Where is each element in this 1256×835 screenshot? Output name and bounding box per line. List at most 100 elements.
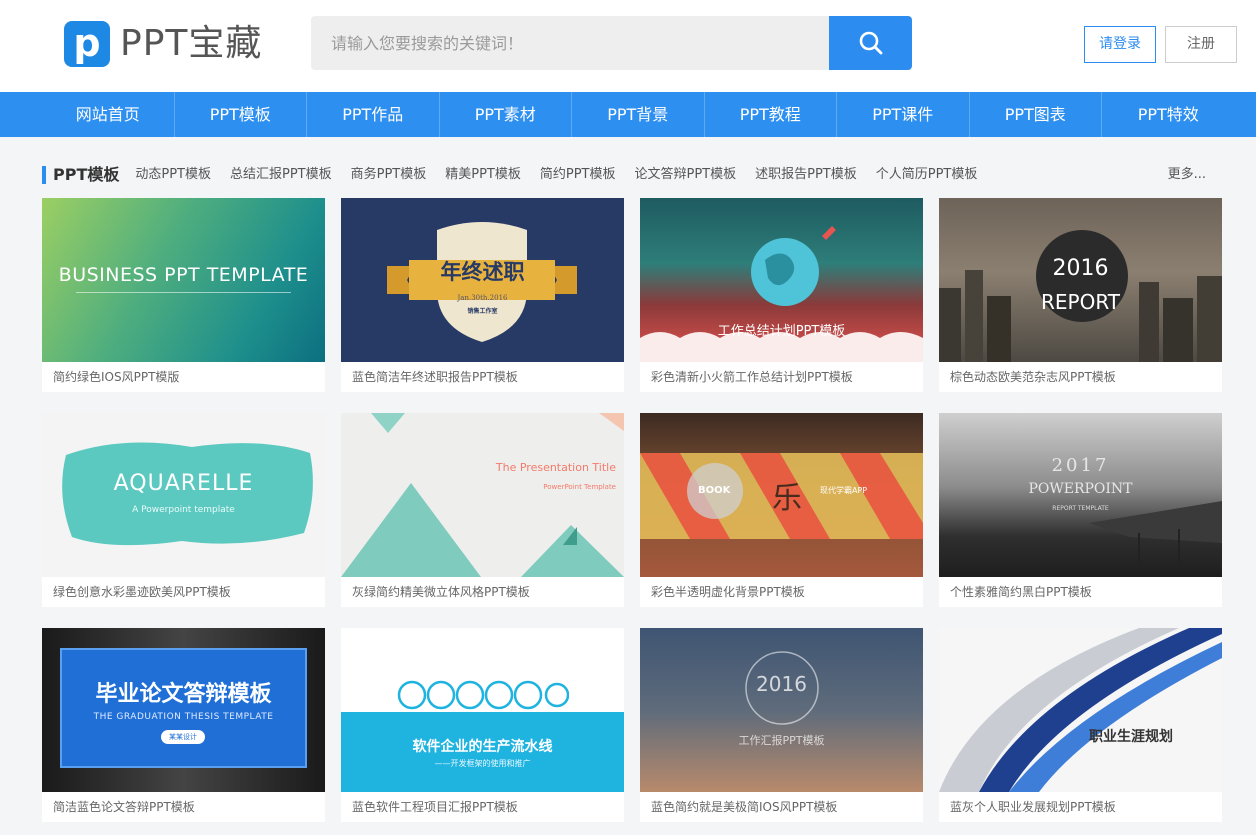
- template-card[interactable]: 软件企业的生产流水线 ——开发框架的使用和推广 蓝色软件工程项目汇报PPT模板: [341, 628, 624, 822]
- search-input[interactable]: [311, 16, 829, 70]
- template-thumbnail[interactable]: The Presentation Title PowerPoint Templa…: [341, 413, 624, 577]
- nav-item-ppt-materials[interactable]: PPT素材: [440, 92, 572, 137]
- triangles-graphic: [341, 413, 624, 577]
- thumbnail-title: 工作汇报PPT模板: [738, 734, 825, 747]
- nav-item-ppt-effects[interactable]: PPT特效: [1102, 92, 1235, 137]
- category-link[interactable]: 总结汇报PPT模板: [230, 163, 332, 187]
- template-card[interactable]: 2016 工作汇报PPT模板 蓝色简约就是美极简IOS风PPT模板: [640, 628, 923, 822]
- thumbnail-subtitle: A Powerpoint template: [132, 505, 235, 515]
- thumbnail-badge: BOOK: [698, 485, 731, 496]
- category-title: PPT模板: [53, 165, 120, 184]
- category-bar: PPT模板 动态PPT模板 总结汇报PPT模板 商务PPT模板 精美PPT模板 …: [42, 163, 1212, 187]
- category-link[interactable]: 动态PPT模板: [135, 163, 211, 187]
- site-header: p PPT宝藏 请登录 注册: [0, 0, 1256, 92]
- template-thumbnail[interactable]: 工作总结计划PPT模板: [640, 198, 923, 362]
- feature-icons: [397, 680, 569, 710]
- thumbnail-title: POWERPOINT: [1028, 481, 1133, 497]
- category-link[interactable]: 论文答辩PPT模板: [635, 163, 737, 187]
- site-logo[interactable]: p PPT宝藏: [64, 20, 262, 68]
- template-card[interactable]: 职业生涯规划 蓝灰个人职业发展规划PPT模板: [939, 628, 1222, 822]
- template-caption[interactable]: 彩色半透明虚化背景PPT模板: [640, 577, 923, 607]
- thumbnail-subtitle: 销售工作室: [467, 308, 498, 315]
- template-thumbnail[interactable]: AQUARELLE A Powerpoint template: [42, 413, 325, 577]
- thumbnail-subtitle: 现代学霸APP: [820, 486, 868, 495]
- template-thumbnail[interactable]: 毕业论文答辩模板 THE GRADUATION THESIS TEMPLATE …: [42, 628, 325, 792]
- logo-icon: p: [64, 21, 110, 67]
- divider: [76, 292, 291, 293]
- thumbnail-title: 毕业论文答辩模板: [95, 682, 272, 707]
- template-thumbnail[interactable]: 2017 POWERPOINT REPORT TEMPLATE: [939, 413, 1222, 577]
- category-link[interactable]: 简约PPT模板: [540, 163, 616, 187]
- thumbnail-badge: 某某设计: [161, 730, 205, 744]
- thumbnail-title: 软件企业的生产流水线: [412, 739, 553, 755]
- more-link[interactable]: 更多...: [1168, 163, 1206, 187]
- template-thumbnail[interactable]: BOOK 乐 现代学霸APP: [640, 413, 923, 577]
- category-link[interactable]: 述职报告PPT模板: [755, 163, 857, 187]
- category-marker: [42, 166, 46, 184]
- register-button[interactable]: 注册: [1165, 26, 1237, 63]
- thumbnail-title: 乐: [772, 481, 802, 516]
- template-card[interactable]: 工作总结计划PPT模板 彩色清新小火箭工作总结计划PPT模板: [640, 198, 923, 392]
- thumbnail-year: 2017: [1051, 455, 1110, 476]
- thumbnail-title: 年终述职: [440, 260, 525, 284]
- template-caption[interactable]: 棕色动态欧美范杂志风PPT模板: [939, 362, 1222, 392]
- thumbnail-subtitle: ——开发框架的使用和推广: [434, 759, 531, 768]
- template-caption[interactable]: 蓝灰个人职业发展规划PPT模板: [939, 792, 1222, 822]
- template-thumbnail[interactable]: 2016 REPORT: [939, 198, 1222, 362]
- nav-item-ppt-tutorials[interactable]: PPT教程: [705, 92, 837, 137]
- thumbnail-subtitle: THE GRADUATION THESIS TEMPLATE: [93, 712, 274, 722]
- template-caption[interactable]: 个性素雅简约黑白PPT模板: [939, 577, 1222, 607]
- nav-item-ppt-templates[interactable]: PPT模板: [175, 92, 307, 137]
- template-caption[interactable]: 简约绿色IOS风PPT模版: [42, 362, 325, 392]
- template-card[interactable]: BUSINESS PPT TEMPLATE 简约绿色IOS风PPT模版: [42, 198, 325, 392]
- swoosh-graphic: [939, 628, 1222, 792]
- thumbnail-subtitle: PowerPoint Template: [543, 483, 616, 491]
- thumbnail-title: 职业生涯规划: [1089, 729, 1173, 745]
- template-thumbnail[interactable]: 2016 工作汇报PPT模板: [640, 628, 923, 792]
- template-caption[interactable]: 灰绿简约精美微立体风格PPT模板: [341, 577, 624, 607]
- title-panel: [60, 648, 307, 768]
- search-bar: [311, 16, 912, 70]
- nav-item-ppt-backgrounds[interactable]: PPT背景: [572, 92, 705, 137]
- template-caption[interactable]: 绿色创意水彩墨迹欧美风PPT模板: [42, 577, 325, 607]
- main-nav: 网站首页 PPT模板 PPT作品 PPT素材 PPT背景 PPT教程 PPT课件…: [0, 92, 1256, 137]
- nav-item-ppt-courseware[interactable]: PPT课件: [837, 92, 970, 137]
- template-thumbnail[interactable]: 年终述职 Jan.30th.2016 销售工作室: [341, 198, 624, 362]
- nav-item-home[interactable]: 网站首页: [42, 92, 175, 137]
- template-card[interactable]: AQUARELLE A Powerpoint template 绿色创意水彩墨迹…: [42, 413, 325, 607]
- template-card[interactable]: 年终述职 Jan.30th.2016 销售工作室 蓝色简洁年终述职报告PPT模板: [341, 198, 624, 392]
- search-button[interactable]: [829, 16, 912, 70]
- template-caption[interactable]: 蓝色软件工程项目汇报PPT模板: [341, 792, 624, 822]
- template-card[interactable]: 2017 POWERPOINT REPORT TEMPLATE 个性素雅简约黑白…: [939, 413, 1222, 607]
- logo-text: PPT宝藏: [120, 23, 263, 64]
- thumbnail-date: Jan.30th.2016: [457, 294, 508, 302]
- thumbnail-year: 2016: [756, 672, 807, 696]
- thumbnail-title: AQUARELLE: [113, 471, 254, 496]
- thumbnail-subtitle: REPORT TEMPLATE: [1052, 505, 1109, 512]
- thumbnail-title: 工作总结计划PPT模板: [717, 324, 846, 339]
- template-caption[interactable]: 彩色清新小火箭工作总结计划PPT模板: [640, 362, 923, 392]
- template-card[interactable]: BOOK 乐 现代学霸APP 彩色半透明虚化背景PPT模板: [640, 413, 923, 607]
- category-link[interactable]: 精美PPT模板: [445, 163, 521, 187]
- category-link[interactable]: 个人简历PPT模板: [876, 163, 978, 187]
- thumbnail-year: 2016: [1052, 256, 1109, 281]
- template-thumbnail[interactable]: 软件企业的生产流水线 ——开发框架的使用和推广: [341, 628, 624, 792]
- circle-graphic: [745, 651, 819, 725]
- logo-letter: p: [73, 21, 101, 65]
- template-caption[interactable]: 蓝色简约就是美极简IOS风PPT模板: [640, 792, 923, 822]
- search-icon: [859, 31, 882, 55]
- template-card[interactable]: 毕业论文答辩模板 THE GRADUATION THESIS TEMPLATE …: [42, 628, 325, 822]
- thumbnail-title: The Presentation Title: [495, 461, 616, 474]
- template-card[interactable]: The Presentation Title PowerPoint Templa…: [341, 413, 624, 607]
- nav-item-ppt-works[interactable]: PPT作品: [307, 92, 440, 137]
- category-link[interactable]: 商务PPT模板: [351, 163, 427, 187]
- nav-item-ppt-charts[interactable]: PPT图表: [970, 92, 1102, 137]
- thumbnail-title: BUSINESS PPT TEMPLATE: [58, 264, 309, 286]
- thumbnail-title: REPORT: [1041, 290, 1120, 314]
- template-card[interactable]: 2016 REPORT 棕色动态欧美范杂志风PPT模板: [939, 198, 1222, 392]
- template-thumbnail[interactable]: 职业生涯规划: [939, 628, 1222, 792]
- login-button[interactable]: 请登录: [1084, 26, 1156, 63]
- template-caption[interactable]: 简洁蓝色论文答辩PPT模板: [42, 792, 325, 822]
- template-caption[interactable]: 蓝色简洁年终述职报告PPT模板: [341, 362, 624, 392]
- template-thumbnail[interactable]: BUSINESS PPT TEMPLATE: [42, 198, 325, 362]
